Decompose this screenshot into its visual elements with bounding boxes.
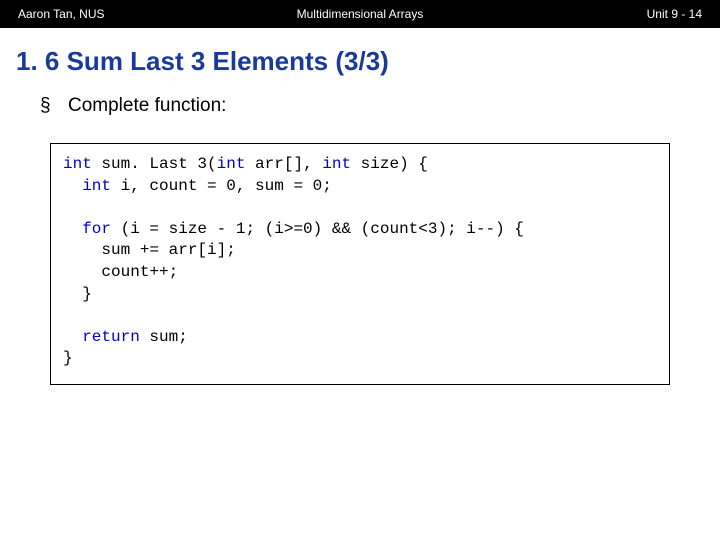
code-kw: return bbox=[82, 328, 140, 346]
code-kw: int bbox=[63, 155, 92, 173]
slide-header: Aaron Tan, NUS Multidimensional Arrays U… bbox=[0, 0, 720, 28]
slide-body: § Complete function: int sum. Last 3(int… bbox=[0, 95, 720, 385]
code-text bbox=[63, 328, 82, 346]
slide-title: 1. 6 Sum Last 3 Elements (3/3) bbox=[16, 46, 720, 77]
code-text: arr[], bbox=[245, 155, 322, 173]
code-text: sum. Last 3( bbox=[92, 155, 217, 173]
code-kw: for bbox=[82, 220, 111, 238]
code-text: sum += arr[i]; bbox=[63, 241, 236, 259]
header-topic: Multidimensional Arrays bbox=[297, 7, 424, 21]
code-block: int sum. Last 3(int arr[], int size) { i… bbox=[63, 154, 657, 370]
bullet-icon: § bbox=[40, 95, 68, 117]
code-kw: int bbox=[322, 155, 351, 173]
header-page: Unit 9 - 14 bbox=[647, 7, 702, 21]
bullet-row: § Complete function: bbox=[40, 95, 680, 117]
code-text: (i = size - 1; (i>=0) && (count<3); i--)… bbox=[111, 220, 524, 238]
code-text: sum; bbox=[140, 328, 188, 346]
code-text bbox=[63, 177, 82, 195]
code-box: int sum. Last 3(int arr[], int size) { i… bbox=[50, 143, 670, 385]
code-text: } bbox=[63, 349, 73, 367]
code-kw: int bbox=[217, 155, 246, 173]
code-kw: int bbox=[82, 177, 111, 195]
code-text: } bbox=[63, 285, 92, 303]
code-text: size) { bbox=[351, 155, 428, 173]
bullet-text: Complete function: bbox=[68, 95, 226, 117]
code-text: i, count = 0, sum = 0; bbox=[111, 177, 332, 195]
code-text bbox=[63, 220, 82, 238]
header-author: Aaron Tan, NUS bbox=[18, 7, 105, 21]
code-text: count++; bbox=[63, 263, 178, 281]
